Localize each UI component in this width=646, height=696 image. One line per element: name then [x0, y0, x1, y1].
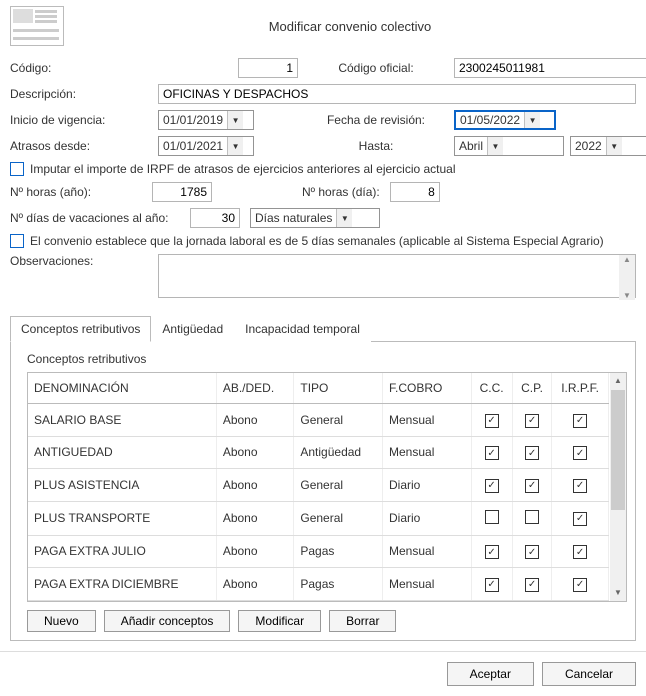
- checkbox-icon[interactable]: ✓: [525, 545, 539, 559]
- chevron-down-icon: ▼: [606, 137, 622, 155]
- atrasos-desde-value: 01/01/2021: [159, 137, 227, 155]
- col-cc[interactable]: C.C.: [471, 373, 512, 404]
- col-fcobro[interactable]: F.COBRO: [383, 373, 472, 404]
- jornada5-checkbox[interactable]: [10, 234, 24, 248]
- hasta-ano-dropdown[interactable]: 2022 ▼: [570, 136, 646, 156]
- codigo-input[interactable]: [238, 58, 298, 78]
- checkbox-icon[interactable]: ✓: [573, 479, 587, 493]
- checkbox-icon[interactable]: ✓: [573, 414, 587, 428]
- label-codigo-oficial: Código oficial:: [338, 61, 413, 75]
- aceptar-button[interactable]: Aceptar: [447, 662, 534, 686]
- scroll-up-icon[interactable]: ▲: [610, 373, 626, 389]
- chevron-down-icon: ▼: [336, 209, 352, 227]
- checkbox-icon[interactable]: ✓: [573, 512, 587, 526]
- col-tipo[interactable]: TIPO: [294, 373, 383, 404]
- label-imputar: Imputar el importe de IRPF de atrasos de…: [30, 162, 456, 176]
- page-title: Modificar convenio colectivo: [64, 19, 636, 34]
- tab-incapacidad-temporal[interactable]: Incapacidad temporal: [234, 316, 371, 342]
- table-row[interactable]: ANTIGUEDADAbonoAntigüedadMensual✓✓✓: [28, 436, 626, 469]
- checkbox-icon[interactable]: ✓: [573, 578, 587, 592]
- chevron-down-icon: ▼: [227, 111, 243, 129]
- checkbox-icon[interactable]: ✓: [485, 414, 499, 428]
- checkbox-icon[interactable]: ✓: [485, 545, 499, 559]
- checkbox-icon[interactable]: ✓: [573, 446, 587, 460]
- cancelar-button[interactable]: Cancelar: [542, 662, 636, 686]
- logo-placeholder: [10, 6, 64, 46]
- checkbox-icon[interactable]: ✓: [525, 479, 539, 493]
- table-title: Conceptos retributivos: [27, 352, 627, 366]
- dias-vacaciones-tipo-value: Días naturales: [251, 209, 336, 227]
- checkbox-icon[interactable]: ✓: [485, 446, 499, 460]
- descripcion-input[interactable]: [158, 84, 636, 104]
- label-atrasos-desde: Atrasos desde:: [10, 139, 150, 153]
- chevron-down-icon: ▼: [227, 137, 243, 155]
- label-horas-ano: Nº horas (año):: [10, 185, 142, 199]
- scrollbar[interactable]: ▲▼: [619, 255, 635, 300]
- checkbox-icon[interactable]: ✓: [485, 578, 499, 592]
- col-denominacion[interactable]: DENOMINACIÓN: [28, 373, 216, 404]
- label-dias-vacaciones: Nº días de vacaciones al año:: [10, 211, 180, 225]
- chevron-down-icon: ▼: [487, 137, 503, 155]
- col-abded[interactable]: AB./DED.: [216, 373, 294, 404]
- modificar-button[interactable]: Modificar: [238, 610, 321, 632]
- inicio-vigencia-value: 01/01/2019: [159, 111, 227, 129]
- conceptos-table: DENOMINACIÓN AB./DED. TIPO F.COBRO C.C. …: [28, 373, 626, 601]
- checkbox-icon[interactable]: ✓: [485, 479, 499, 493]
- scroll-down-icon[interactable]: ▼: [610, 585, 626, 601]
- checkbox-icon[interactable]: [485, 510, 499, 524]
- table-row[interactable]: PLUS ASISTENCIAAbonoGeneralDiario✓✓✓: [28, 469, 626, 502]
- label-hasta: Hasta:: [359, 139, 394, 153]
- observaciones-textarea[interactable]: [158, 254, 636, 298]
- scroll-thumb[interactable]: [611, 390, 625, 510]
- atrasos-desde-dropdown[interactable]: 01/01/2021 ▼: [158, 136, 254, 156]
- dias-vacaciones-input[interactable]: [190, 208, 240, 228]
- horas-ano-input[interactable]: [152, 182, 212, 202]
- checkbox-icon[interactable]: ✓: [573, 545, 587, 559]
- label-inicio-vigencia: Inicio de vigencia:: [10, 113, 150, 127]
- label-jornada5: El convenio establece que la jornada lab…: [30, 234, 604, 248]
- checkbox-icon[interactable]: ✓: [525, 446, 539, 460]
- table-row[interactable]: PAGA EXTRA JULIOAbonoPagasMensual✓✓✓: [28, 535, 626, 568]
- fecha-revision-value: 01/05/2022: [456, 112, 524, 128]
- label-fecha-revision: Fecha de revisión:: [327, 113, 425, 127]
- inicio-vigencia-dropdown[interactable]: 01/01/2019 ▼: [158, 110, 254, 130]
- label-observaciones: Observaciones:: [10, 254, 150, 268]
- checkbox-icon[interactable]: ✓: [525, 578, 539, 592]
- table-row[interactable]: PAGA EXTRA DICIEMBREAbonoPagasMensual✓✓✓: [28, 568, 626, 601]
- horas-dia-input[interactable]: [390, 182, 440, 202]
- checkbox-icon[interactable]: [525, 510, 539, 524]
- dias-vacaciones-tipo-dropdown[interactable]: Días naturales ▼: [250, 208, 380, 228]
- checkbox-icon[interactable]: ✓: [525, 414, 539, 428]
- label-codigo: Código:: [10, 61, 150, 75]
- hasta-ano-value: 2022: [571, 137, 606, 155]
- fecha-revision-dropdown[interactable]: 01/05/2022 ▼: [454, 110, 556, 130]
- col-cp[interactable]: C.P.: [512, 373, 552, 404]
- imputar-checkbox[interactable]: [10, 162, 24, 176]
- nuevo-button[interactable]: Nuevo: [27, 610, 96, 632]
- codigo-oficial-input[interactable]: [454, 58, 646, 78]
- anadir-conceptos-button[interactable]: Añadir conceptos: [104, 610, 231, 632]
- tab-conceptos-retributivos[interactable]: Conceptos retributivos: [10, 316, 151, 342]
- label-descripcion: Descripción:: [10, 87, 150, 101]
- chevron-down-icon: ▼: [524, 112, 540, 128]
- hasta-mes-value: Abril: [455, 137, 487, 155]
- borrar-button[interactable]: Borrar: [329, 610, 396, 632]
- table-scrollbar[interactable]: ▲ ▼: [610, 373, 626, 601]
- label-horas-dia: Nº horas (día):: [302, 185, 380, 199]
- hasta-mes-dropdown[interactable]: Abril ▼: [454, 136, 564, 156]
- tab-antiguedad[interactable]: Antigüedad: [151, 316, 234, 342]
- col-irpf[interactable]: I.R.P.F.: [552, 373, 608, 404]
- table-row[interactable]: SALARIO BASEAbonoGeneralMensual✓✓✓: [28, 404, 626, 437]
- table-row[interactable]: PLUS TRANSPORTEAbonoGeneralDiario✓: [28, 501, 626, 535]
